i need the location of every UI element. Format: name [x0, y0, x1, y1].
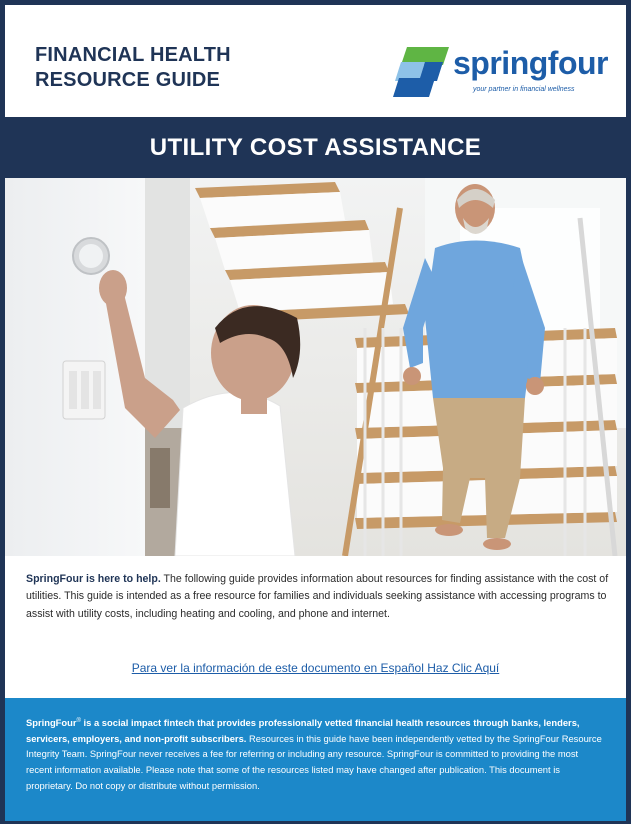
about-brand: SpringFour — [26, 717, 77, 729]
guide-title-line2: RESOURCE GUIDE — [35, 69, 221, 91]
photo-boy-thermostat-man-stairs-icon — [5, 178, 626, 556]
hero-photo — [5, 178, 626, 556]
guide-page: FINANCIAL HEALTH RESOURCE GUIDE springfo… — [5, 5, 626, 821]
intro-lead: SpringFour is here to help. — [26, 573, 161, 585]
logo-tagline: your partner in financial wellness — [473, 86, 575, 93]
guide-title: FINANCIAL HEALTH RESOURCE GUIDE — [35, 43, 231, 93]
spanish-version-link[interactable]: Para ver la información de este document… — [5, 661, 626, 675]
springfour-logo-mark-icon — [393, 47, 449, 97]
intro-paragraph: SpringFour is here to help. The followin… — [26, 571, 616, 623]
guide-title-line1: FINANCIAL HEALTH — [35, 44, 231, 66]
about-paragraph: SpringFour® is a social impact fintech t… — [26, 714, 606, 793]
logo-wordmark: springfour — [453, 45, 608, 81]
page-header: FINANCIAL HEALTH RESOURCE GUIDE springfo… — [5, 5, 626, 117]
springfour-logo: springfour your partner in financial wel… — [393, 43, 618, 99]
section-banner: UTILITY COST ASSISTANCE — [5, 117, 626, 178]
banner-title: UTILITY COST ASSISTANCE — [149, 133, 482, 161]
about-footer: SpringFour® is a social impact fintech t… — [5, 698, 626, 821]
